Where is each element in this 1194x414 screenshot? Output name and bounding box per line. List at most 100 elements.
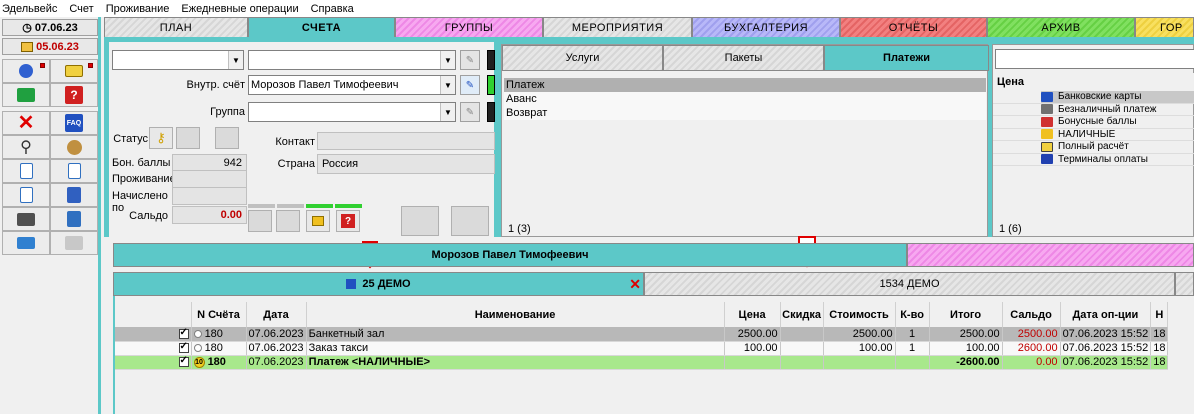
account-tab-25[interactable]: 25 ДЕМО ✕ <box>113 272 644 296</box>
col-name[interactable]: Наименование <box>306 302 725 327</box>
tab-packages[interactable]: Пакеты <box>663 45 824 71</box>
close-icon[interactable]: ✕ <box>629 276 641 293</box>
menu-daily-ops[interactable]: Ежедневные операции <box>181 3 298 15</box>
list-item[interactable]: НАЛИЧНЫЕ <box>993 128 1194 141</box>
edit-group-button[interactable]: ✎ <box>460 102 480 122</box>
col-total[interactable]: Итого <box>929 302 1003 327</box>
keyboard-button[interactable] <box>2 231 50 255</box>
list-item[interactable]: Полный расчёт <box>993 141 1194 154</box>
action-button-1[interactable] <box>401 206 439 236</box>
menu-living[interactable]: Проживание <box>106 3 170 15</box>
country-label: Страна <box>277 158 315 170</box>
tab-archive[interactable]: АРХИВ <box>987 17 1135 37</box>
delete-button[interactable]: ✕ <box>2 111 50 135</box>
list-item[interactable]: Безналичный платеж <box>993 103 1194 116</box>
living-value <box>172 170 247 188</box>
print-button[interactable] <box>2 207 50 231</box>
list-item[interactable]: Аванс <box>504 92 986 106</box>
edit-icon: ✎ <box>465 79 475 91</box>
table-row[interactable]: 180 07.06.2023 Заказ такси 100.00 100.00… <box>115 341 1169 356</box>
envelope-icon <box>65 65 83 77</box>
search-invoice-button[interactable] <box>2 183 50 207</box>
account-tab-3[interactable] <box>1175 272 1194 296</box>
disabled-button[interactable] <box>50 231 98 255</box>
menu-edelweiss[interactable]: Эдельвейс <box>2 3 57 15</box>
account-select-combo[interactable]: ▼ <box>248 50 456 70</box>
list-item[interactable]: Терминалы оплаты <box>993 153 1194 166</box>
phone-icon <box>17 88 35 102</box>
work-date[interactable]: 05.06.23 <box>2 38 98 55</box>
tab-payments[interactable]: Платежи <box>824 45 989 71</box>
col-discount[interactable]: Скидка <box>780 302 824 327</box>
list-item[interactable]: Бонусные баллы <box>993 116 1194 129</box>
calculator-button[interactable] <box>50 207 98 231</box>
inner-account-combo[interactable]: Морозов Павел Тимофеевич ▼ <box>248 75 456 95</box>
tab-accounting[interactable]: БУХГАЛТЕРИЯ <box>692 17 840 37</box>
guest-button[interactable] <box>2 59 50 83</box>
table-row[interactable]: 180 07.06.2023 Банкетный зал 2500.00 250… <box>115 327 1169 342</box>
list-item[interactable]: Возврат <box>504 106 986 120</box>
key-icon: ⚷ <box>156 130 166 145</box>
tab-groups[interactable]: ГРУППЫ <box>395 17 543 37</box>
tab-accounts[interactable]: СЧЕТА <box>248 17 395 37</box>
notification-badge <box>88 63 93 68</box>
account-tab-1534[interactable]: 1534 ДЕМО <box>644 272 1175 296</box>
radio[interactable] <box>193 329 202 338</box>
account-type-combo[interactable]: ▼ <box>112 50 244 70</box>
faq-button[interactable]: FAQ <box>50 111 98 135</box>
action-button-2[interactable] <box>451 206 489 236</box>
operation-button-1[interactable] <box>248 210 272 232</box>
col-price[interactable]: Цена <box>724 302 781 327</box>
menu-account[interactable]: Счет <box>69 3 93 15</box>
list-item[interactable]: Платеж <box>504 78 986 92</box>
status-button-2[interactable] <box>176 127 200 149</box>
current-date[interactable]: ◷ 07.06.23 <box>2 19 98 36</box>
table-row[interactable]: 10 180 07.06.2023 Платеж <НАЛИЧНЫЕ> -260… <box>115 355 1169 370</box>
checkbox[interactable] <box>178 355 189 368</box>
search-document-button[interactable] <box>50 159 98 183</box>
search-guest-button[interactable] <box>50 135 98 159</box>
account-details-area: ▼ ▼ ✎ Внутр. счёт Морозов Павел Тимофеев… <box>104 37 1194 237</box>
col-opdate[interactable]: Дата оп-ции <box>1060 302 1152 327</box>
edit-account-button[interactable]: ✎ <box>460 50 480 70</box>
search-button[interactable]: ⚲ <box>2 135 50 159</box>
tab-city[interactable]: ГОР <box>1135 17 1194 37</box>
new-document-icon <box>19 163 33 179</box>
col-cost[interactable]: Стоимость <box>823 302 896 327</box>
checkbox[interactable] <box>178 341 189 354</box>
radio[interactable] <box>193 344 202 353</box>
col-saldo[interactable]: Сальдо <box>1002 302 1061 327</box>
menu-help[interactable]: Справка <box>311 3 354 15</box>
question-icon: ? <box>341 214 355 228</box>
edit-inner-account-button[interactable]: ✎ <box>460 75 480 95</box>
help-phone-button[interactable]: ? <box>50 83 98 107</box>
coins-icon <box>1041 129 1053 140</box>
payment-button[interactable] <box>306 210 330 232</box>
col-qty[interactable]: К-во <box>895 302 930 327</box>
tab-events[interactable]: МЕРОПРИЯТИЯ <box>543 17 692 37</box>
col-date[interactable]: Дата <box>246 302 307 327</box>
status-key-button[interactable]: ⚷ <box>149 127 173 149</box>
tab-reports[interactable]: ОТЧЁТЫ <box>840 17 987 37</box>
tab-plan[interactable]: ПЛАН <box>104 17 248 37</box>
price-header: Цена <box>993 73 1194 91</box>
payment-method-count: 1 (6) <box>999 223 1022 235</box>
help-button[interactable]: ? <box>336 210 360 232</box>
chevron-down-icon: ▼ <box>440 103 455 121</box>
col-account[interactable]: N Счёта <box>191 302 247 327</box>
list-item[interactable]: Банковские карты <box>993 91 1194 104</box>
checkbox[interactable] <box>178 327 189 339</box>
mail-button[interactable] <box>50 59 98 83</box>
transfer-button[interactable] <box>50 183 98 207</box>
col-n[interactable]: Н <box>1150 302 1169 327</box>
tab-services[interactable]: Услуги <box>502 45 663 71</box>
status-button-3[interactable] <box>215 127 239 149</box>
new-document-button[interactable] <box>2 159 50 183</box>
status-label: Статус <box>113 133 148 145</box>
person-tab-2[interactable] <box>907 243 1194 267</box>
search-input[interactable] <box>995 49 1194 69</box>
operation-button-2[interactable] <box>276 210 300 232</box>
person-tab-active[interactable]: Морозов Павел Тимофеевич <box>113 243 907 267</box>
group-combo[interactable]: ▼ <box>248 102 456 122</box>
phone-button[interactable] <box>2 83 50 107</box>
